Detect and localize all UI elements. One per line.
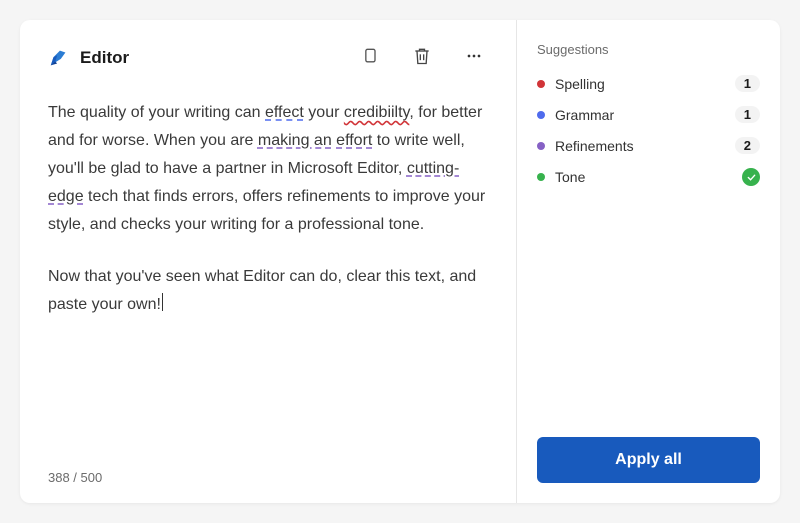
suggestions-title: Suggestions xyxy=(537,42,760,57)
suggestion-item[interactable]: Tone xyxy=(537,168,760,186)
suggestion-item[interactable]: Spelling 1 xyxy=(537,75,760,92)
editor-textarea[interactable]: The quality of your writing can effect y… xyxy=(48,99,488,470)
suggestion-label: Refinements xyxy=(555,138,725,154)
suggestion-label: Grammar xyxy=(555,107,725,123)
apply-all-button[interactable]: Apply all xyxy=(537,437,760,483)
more-icon xyxy=(464,46,484,69)
text-cursor xyxy=(162,293,163,311)
paragraph-1: The quality of your writing can effect y… xyxy=(48,99,488,239)
count-badge: 1 xyxy=(735,106,760,123)
spelling-underline[interactable]: credibiilty xyxy=(344,104,410,121)
trash-icon xyxy=(412,46,432,69)
count-badge: 1 xyxy=(735,75,760,92)
editor-toolbar xyxy=(356,42,488,73)
refinement-underline[interactable]: making an xyxy=(258,132,332,149)
copy-icon xyxy=(360,46,380,69)
char-count: 388 / 500 xyxy=(48,470,488,485)
editor-title: Editor xyxy=(80,48,346,68)
more-button[interactable] xyxy=(460,42,488,73)
suggestion-item[interactable]: Refinements 2 xyxy=(537,137,760,154)
suggestions-pane: Suggestions Spelling 1 Grammar 1 Refinements… xyxy=(516,20,780,503)
suggestions-list: Spelling 1 Grammar 1 Refinements 2Tone xyxy=(537,75,760,186)
paragraph-2: Now that you've seen what Editor can do,… xyxy=(48,263,488,319)
suggestion-label: Tone xyxy=(555,169,732,185)
category-dot-icon xyxy=(537,111,545,119)
refinement-underline[interactable]: effort xyxy=(336,132,372,149)
grammar-underline[interactable]: effect xyxy=(265,104,304,121)
suggestion-label: Spelling xyxy=(555,76,725,92)
editor-header: Editor xyxy=(48,42,488,73)
copy-button[interactable] xyxy=(356,42,384,73)
category-dot-icon xyxy=(537,142,545,150)
editor-pane: Editor xyxy=(20,20,516,503)
suggestion-item[interactable]: Grammar 1 xyxy=(537,106,760,123)
count-badge: 2 xyxy=(735,137,760,154)
check-icon xyxy=(742,168,760,186)
category-dot-icon xyxy=(537,173,545,181)
delete-button[interactable] xyxy=(408,42,436,73)
editor-card: Editor xyxy=(20,20,780,503)
category-dot-icon xyxy=(537,80,545,88)
editor-feather-icon xyxy=(48,47,70,69)
